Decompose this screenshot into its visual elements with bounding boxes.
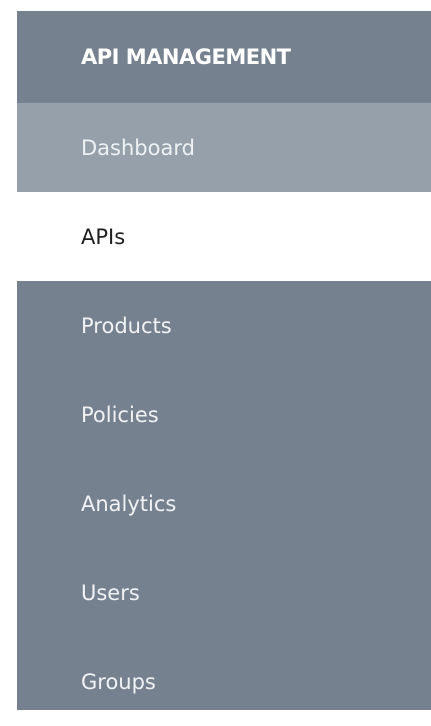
- nav-item-groups[interactable]: Groups: [17, 637, 431, 726]
- nav-item-label: Policies: [81, 402, 159, 427]
- nav-item-label: Products: [81, 313, 172, 338]
- nav-item-label: Users: [81, 580, 140, 605]
- nav-title: API MANAGEMENT: [81, 45, 291, 69]
- nav-item-label: Groups: [81, 669, 156, 694]
- nav-item-dashboard[interactable]: Dashboard: [17, 103, 431, 192]
- nav-item-analytics[interactable]: Analytics: [17, 459, 431, 548]
- nav-item-products[interactable]: Products: [17, 281, 431, 370]
- nav-item-policies[interactable]: Policies: [17, 370, 431, 459]
- nav-item-label: APIs: [81, 224, 126, 249]
- nav-item-label: Dashboard: [81, 135, 195, 160]
- nav-item-apis[interactable]: APIs: [17, 192, 431, 281]
- nav-item-label: Analytics: [81, 491, 177, 516]
- api-management-nav: API MANAGEMENT Dashboard APIs Products P…: [17, 11, 431, 710]
- nav-item-users[interactable]: Users: [17, 548, 431, 637]
